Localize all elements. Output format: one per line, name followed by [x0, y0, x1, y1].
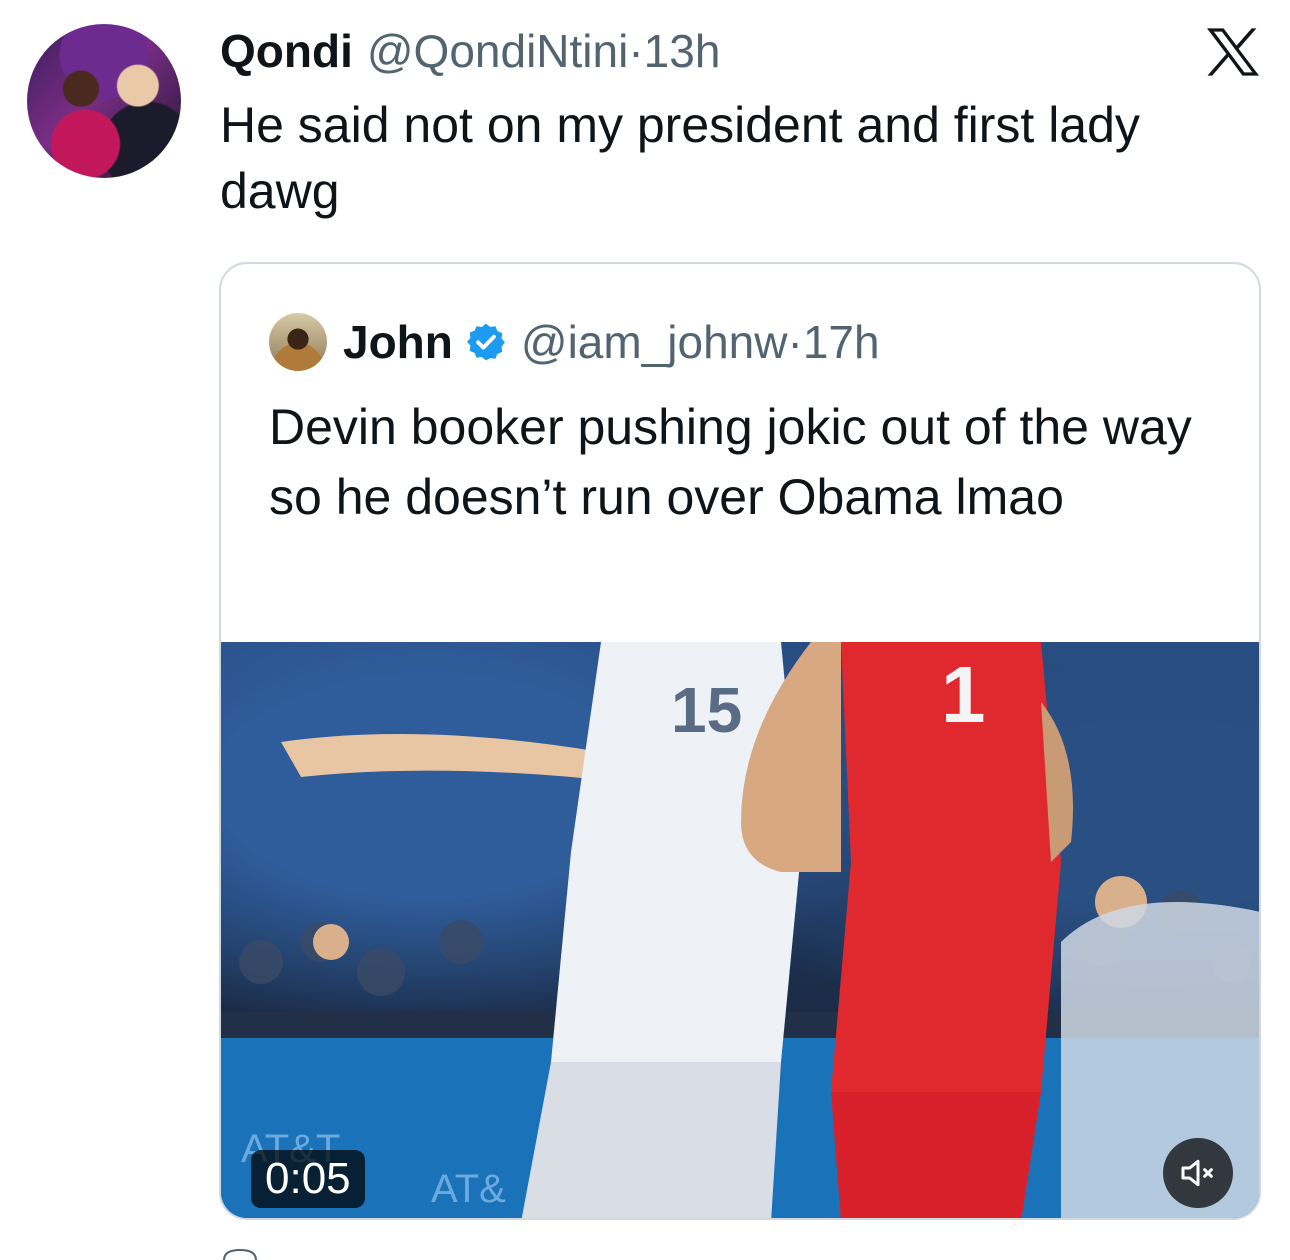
quoted-handle-text: @iam_johnw	[520, 316, 788, 368]
quoted-author-handle[interactable]: @iam_johnw·17h	[521, 315, 880, 369]
author-handle[interactable]: @QondiNtini·13h	[367, 24, 721, 78]
reply-icon-peek	[223, 1248, 257, 1260]
video-player[interactable]: 15 1 AT&T AT& 0:05	[221, 642, 1259, 1218]
author-name[interactable]: Qondi	[220, 24, 353, 78]
separator-dot: ·	[628, 25, 644, 77]
quoted-author-name[interactable]: John	[343, 315, 453, 369]
timestamp: 13h	[643, 25, 721, 77]
quoted-tweet-card[interactable]: John @iam_johnw·17h Devin booker pushing…	[219, 262, 1261, 1220]
verified-badge-icon	[466, 323, 505, 361]
tweet-text: He said not on my president and first la…	[220, 97, 1140, 219]
svg-text:AT&: AT&	[431, 1167, 506, 1211]
quoted-author-avatar[interactable]	[269, 313, 327, 371]
author-avatar[interactable]	[27, 24, 181, 178]
quoted-separator-dot: ·	[787, 316, 803, 368]
quoted-tweet-text: Devin booker pushing jokic out of the wa…	[269, 399, 1192, 525]
quoted-tweet-header: John @iam_johnw·17h	[269, 312, 880, 372]
mute-toggle-button[interactable]	[1163, 1138, 1233, 1208]
svg-text:1: 1	[941, 650, 986, 739]
speaker-muted-icon	[1181, 1159, 1213, 1187]
video-duration-badge: 0:05	[251, 1150, 365, 1208]
handle-text: @QondiNtini	[366, 25, 629, 77]
quoted-timestamp: 17h	[802, 316, 880, 368]
x-logo-icon	[1207, 28, 1259, 76]
svg-text:15: 15	[671, 674, 742, 746]
video-frame-illustration: 15 1 AT&T AT&	[221, 642, 1259, 1218]
tweet-header: Qondi @QondiNtini·13h	[220, 24, 720, 80]
